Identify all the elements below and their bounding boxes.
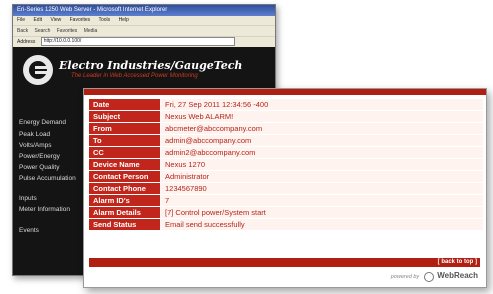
table-row: Subject Nexus Web ALARM! [89,110,483,123]
nav-power-quality[interactable]: Power Quality [19,164,91,171]
eig-logo-icon [23,55,53,85]
email-details-table: Date Fri, 27 Sep 2011 12:34:56 -400 Subj… [89,99,483,231]
powered-by-label: powered by [390,274,420,280]
menu-file[interactable]: File [17,17,25,23]
media-button[interactable]: Media [84,28,98,34]
toolbar: Back Search Favorites Media [13,25,275,36]
menu-view[interactable]: View [50,17,61,23]
row-label: Date [89,99,161,111]
row-value: Email send successfully [160,218,483,231]
row-value: Nexus 1270 [160,158,483,171]
window-title: Eri-Series 1250 Web Server - Microsoft I… [13,5,275,16]
menu-bar: File Edit View Favorites Tools Help [13,16,275,25]
menu-edit[interactable]: Edit [33,17,42,23]
favorites-button[interactable]: Favorites [57,28,78,34]
table-row: Device Name Nexus 1270 [89,158,483,171]
menu-help[interactable]: Help [119,17,129,23]
row-value: [7] Control power/System start [160,206,483,219]
nav-volts-amps[interactable]: Volts/Amps [19,142,91,149]
row-label: Device Name [89,158,161,171]
side-navigation: Energy Demand Peak Load Volts/Amps Power… [13,111,93,275]
table-row: Alarm Details [7] Control power/System s… [89,206,483,219]
table-row: Alarm ID's 7 [89,194,483,207]
row-value: abcmeter@abccompany.com [160,122,483,135]
address-label: Address [17,39,36,45]
brand-tagline: The Leader in Web Accessed Power Monitor… [71,73,198,79]
row-label: Subject [89,110,161,123]
row-value: 7 [160,194,483,207]
menu-favorites[interactable]: Favorites [70,17,91,23]
table-row: CC admin2@abccompany.com [89,146,483,159]
row-label: Alarm Details [89,206,161,219]
webreach-name: WebReach [437,271,478,280]
brand-name: Electro Industries/GaugeTech [59,59,243,72]
powered-by: powered by WebReach [391,271,478,282]
address-input[interactable]: http://10.0.0.100/ [40,37,235,47]
nav-inputs[interactable]: Inputs [19,195,91,202]
row-label: Contact Person [89,170,161,183]
row-value: admin2@abccompany.com [160,146,483,159]
row-value: Fri, 27 Sep 2011 12:34:56 -400 [160,99,483,111]
menu-tools[interactable]: Tools [98,17,110,23]
row-label: To [89,134,161,147]
table-row: Contact Person Administrator [89,170,483,183]
row-label: Contact Phone [89,182,161,195]
panel-header-bar [84,89,486,95]
row-label: Alarm ID's [89,194,161,207]
nav-energy-demand[interactable]: Energy Demand [19,119,91,126]
table-row: To admin@abccompany.com [89,134,483,147]
table-row: Send Status Email send successfully [89,218,483,231]
row-value: admin@abccompany.com [160,134,483,147]
search-button[interactable]: Search [35,28,51,34]
table-row: Contact Phone 1234567890 [89,182,483,195]
back-button[interactable]: Back [17,28,28,34]
panel-footer-bar: [ back to top ] [89,258,480,267]
row-value: Nexus Web ALARM! [160,110,483,123]
nav-peak-load[interactable]: Peak Load [19,131,91,138]
webreach-logo-icon [423,271,434,282]
nav-events[interactable]: Events [19,227,91,234]
nav-power-energy[interactable]: Power/Energy [19,153,91,160]
table-row: From abcmeter@abccompany.com [89,122,483,135]
table-row: Date Fri, 27 Sep 2011 12:34:56 -400 [89,99,483,111]
row-label: From [89,122,161,135]
row-value: 1234567890 [160,182,483,195]
row-value: Administrator [160,170,483,183]
nav-pulse-accumulation[interactable]: Pulse Accumulation [19,175,91,182]
nav-meter-information[interactable]: Meter Information [19,206,91,213]
email-alarm-panel: Date Fri, 27 Sep 2011 12:34:56 -400 Subj… [83,88,487,288]
row-label: Send Status [89,218,161,231]
row-label: CC [89,146,161,159]
back-to-top-link[interactable]: [ back to top ] [438,258,477,267]
